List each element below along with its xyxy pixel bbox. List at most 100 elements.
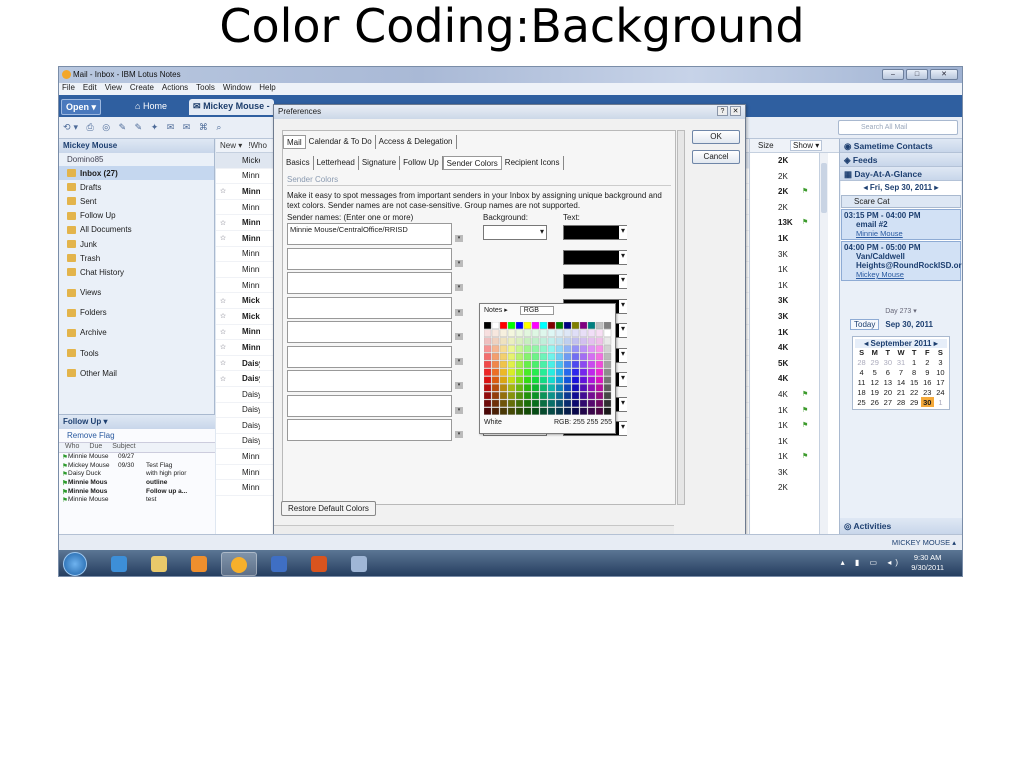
color-swatch[interactable] [603,345,612,353]
menu-actions[interactable]: Actions [162,83,188,95]
color-swatch[interactable] [539,337,548,345]
color-swatch[interactable] [484,392,492,400]
day-at-a-glance-header[interactable]: ▦ Day-At-A-Glance [840,167,962,181]
color-swatch[interactable] [499,337,508,345]
nav-item-trash[interactable]: Trash [59,251,214,265]
follow-up-flag-icon[interactable]: ⚑ [802,218,808,226]
calendar-day[interactable]: 27 [881,397,894,407]
color-swatch[interactable] [595,384,604,392]
star-icon[interactable]: ☆ [216,359,230,367]
prev-month-icon[interactable]: ◂ [864,339,868,348]
color-swatch[interactable] [555,360,564,368]
start-button[interactable] [63,552,87,576]
color-swatch[interactable] [484,353,492,361]
color-swatch[interactable] [507,322,516,329]
who-column-header[interactable]: !Who [248,141,267,150]
color-swatch[interactable] [491,345,500,353]
sender-names-field[interactable] [287,321,452,343]
maximize-button[interactable]: □ [906,69,928,80]
color-swatch[interactable] [563,384,572,392]
follow-up-row[interactable]: ⚑ Mickey Mouse 09/30 Test Flag [59,462,215,471]
color-swatch[interactable] [507,384,516,392]
appt-chair[interactable]: Mickey Mouse [844,270,958,279]
color-swatch[interactable] [563,407,572,415]
color-swatch[interactable] [547,360,556,368]
color-swatch[interactable] [555,376,564,384]
follow-up-row[interactable]: ⚑ Minnie Mouse 09/27 [59,453,215,462]
nav-group-archive[interactable]: Archive [59,326,214,340]
color-swatch[interactable] [563,353,572,361]
color-swatch[interactable] [515,368,524,376]
calendar-day[interactable]: 8 [908,367,921,377]
calendar-day[interactable]: 20 [881,387,894,397]
address-lookup-button[interactable]: ▾ [455,284,463,291]
color-swatch[interactable] [547,407,556,415]
color-swatch[interactable] [531,329,540,337]
menu-file[interactable]: File [62,83,75,95]
calendar-day[interactable]: 6 [881,367,894,377]
tab-mickey-mail[interactable]: ✉ Mickey Mouse - [189,99,274,115]
color-swatch[interactable] [523,376,532,384]
color-swatch[interactable] [555,399,564,407]
color-swatch[interactable] [515,384,524,392]
color-swatch[interactable] [507,337,516,345]
nav-item-follow-up[interactable]: Follow Up [59,209,214,223]
color-swatch[interactable] [491,384,500,392]
powerpoint-taskbar-button[interactable] [301,552,337,576]
color-swatch[interactable] [595,322,604,329]
color-swatch[interactable] [531,376,540,384]
color-swatch[interactable] [523,392,532,400]
color-swatch[interactable] [555,407,564,415]
color-swatch[interactable] [603,376,612,384]
tab-basics[interactable]: Basics [283,156,314,170]
color-swatch[interactable] [539,399,548,407]
color-swatch[interactable] [587,353,596,361]
text-color-select[interactable] [563,274,627,289]
star-icon[interactable]: ☆ [216,328,230,336]
color-swatch[interactable] [595,392,604,400]
color-swatch[interactable] [484,407,492,415]
calendar-day[interactable]: 1 [908,357,921,367]
color-swatch[interactable] [547,322,556,329]
color-swatch[interactable] [547,384,556,392]
color-swatch[interactable] [491,329,500,337]
media-taskbar-button[interactable] [181,552,217,576]
calendar-day[interactable]: 26 [868,397,881,407]
calendar-day[interactable]: 14 [894,377,907,387]
color-swatch[interactable] [571,360,580,368]
color-swatch[interactable] [523,399,532,407]
color-swatch[interactable] [547,376,556,384]
calendar-day[interactable]: 16 [921,377,934,387]
color-swatch[interactable] [603,322,612,329]
calendar-day[interactable]: 19 [868,387,881,397]
color-swatch[interactable] [515,376,524,384]
color-swatch[interactable] [484,360,492,368]
color-swatch[interactable] [587,337,596,345]
color-swatch[interactable] [595,345,604,353]
color-swatch[interactable] [539,345,548,353]
tab-home[interactable]: ⌂ Home [131,99,171,115]
color-swatch[interactable] [595,353,604,361]
color-swatch[interactable] [484,384,492,392]
color-swatch[interactable] [523,337,532,345]
calendar-day[interactable]: 4 [855,367,868,377]
color-swatch[interactable] [603,407,612,415]
color-swatch[interactable] [499,329,508,337]
address-lookup-button[interactable]: ▾ [455,235,463,242]
calendar-day[interactable]: 17 [934,377,947,387]
color-swatch[interactable] [507,345,516,353]
address-lookup-button[interactable]: ▾ [455,333,463,340]
dialog-close-button[interactable]: ✕ [730,106,741,116]
text-color-select[interactable] [563,225,627,240]
color-swatch[interactable] [587,360,596,368]
color-swatch[interactable] [507,399,516,407]
color-swatch[interactable] [555,392,564,400]
restore-default-colors-button[interactable]: Restore Default Colors [281,501,376,516]
color-swatch[interactable] [515,353,524,361]
color-swatch[interactable] [603,384,612,392]
word-taskbar-button[interactable] [261,552,297,576]
paint-taskbar-button[interactable] [341,552,377,576]
color-swatch[interactable] [555,329,564,337]
color-swatch[interactable] [515,345,524,353]
color-swatch[interactable] [579,368,588,376]
